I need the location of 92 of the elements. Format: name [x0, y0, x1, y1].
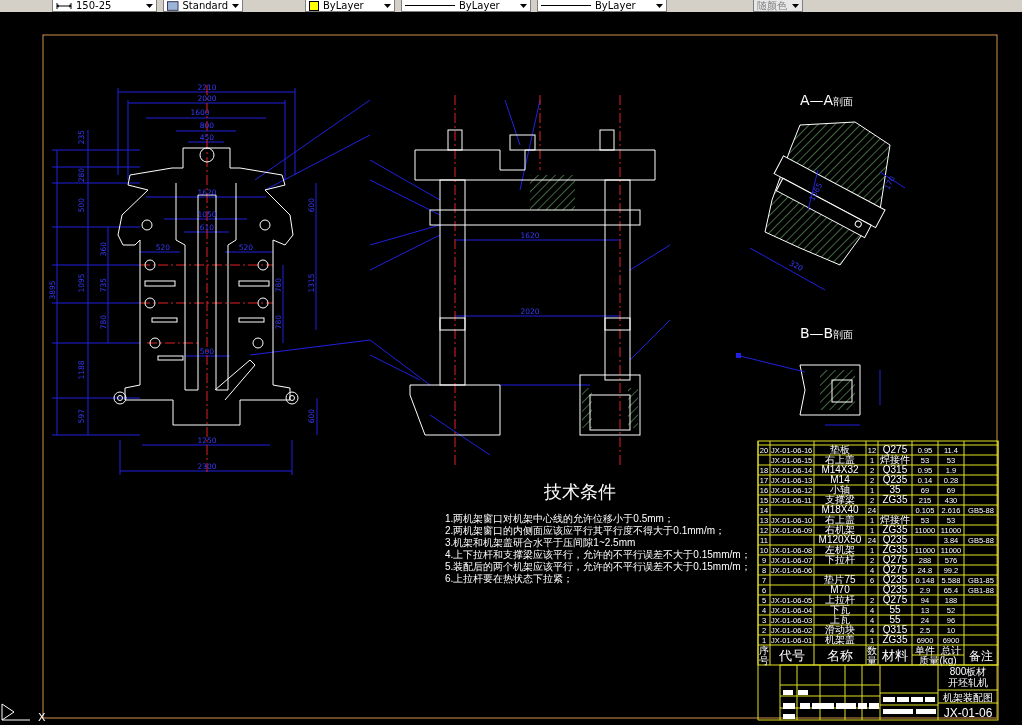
table-cell: 焊接件 — [880, 514, 910, 525]
table-cell: 下瓦 — [830, 604, 850, 615]
masked-cell — [800, 703, 810, 709]
line-sample-icon — [405, 5, 455, 6]
table-cell: M14 — [830, 474, 850, 485]
column-header: 序号 — [759, 645, 769, 666]
table-cell: 垫片75 — [824, 574, 856, 585]
masked-cell — [858, 703, 867, 709]
table-cell: ZG35 — [882, 544, 908, 555]
masked-cell — [911, 697, 923, 702]
ucs-icon — [1, 703, 31, 721]
table-cell: M120X50 — [818, 534, 862, 545]
masked-cell — [783, 703, 795, 709]
requirement-text: 1.两机架窗口对机架中心线的允许位移小于0.5mm； — [445, 513, 674, 524]
table-cell: 滑动块 — [825, 624, 855, 635]
table-cell: Q235 — [882, 534, 908, 545]
masked-cell — [836, 703, 856, 709]
drawing-name: 机架装配图 — [943, 692, 993, 703]
column-header: 代号 — [779, 648, 805, 663]
column-header: 备注 — [969, 649, 993, 663]
line-sample-icon — [541, 5, 591, 6]
table-cell: Q235 — [882, 584, 908, 595]
table-cell: 35 — [889, 484, 901, 495]
caret-icon — [146, 3, 153, 8]
table-cell: 右上盖 — [825, 514, 855, 525]
table-cell: M18X40 — [821, 504, 859, 515]
section-label: B—B剖面 — [800, 325, 854, 341]
table-cell: ZG35 — [882, 494, 908, 505]
masked-cell — [883, 697, 895, 702]
column-header: 单件 — [915, 645, 935, 656]
requirement-text: 5.装配后的两个机架应该平行，允许的不平行误差不大于0.15mm/m； — [445, 561, 751, 572]
table-cell: Q235 — [882, 574, 908, 585]
dimension-style-dropdown[interactable]: 150-25 — [52, 0, 157, 12]
column-header: 名称 — [827, 648, 853, 663]
requirement-text: 4.上下拉杆和支撑梁应该平行，允许的不平行误差不大于0.15mm/m； — [445, 549, 751, 560]
requirement-text: 2.两机架窗口的内侧面应该应平行其平行度不得大于0.1mm/m； — [445, 525, 725, 536]
masked-cell — [897, 697, 909, 702]
masked-cell — [925, 697, 935, 702]
requirement-text: 6.上拉杆要在热状态下拉紧； — [445, 573, 574, 584]
table-cell: Q315 — [882, 464, 908, 475]
column-header: 质量(kg) — [919, 655, 957, 666]
masked-cell — [883, 709, 913, 714]
dimension-icon — [56, 0, 72, 11]
table-cell: 垫板 — [830, 444, 850, 455]
table-cell: Q235 — [882, 474, 908, 485]
column-header: 总计 — [941, 645, 961, 656]
table-cell: 左机架 — [825, 544, 855, 555]
table-cell: 焊接件 — [880, 454, 910, 465]
table-cell: 上瓦 — [830, 614, 850, 625]
table-cell: Q275 — [882, 554, 908, 565]
section-label: A—A剖面 — [800, 92, 854, 108]
masked-cell — [798, 690, 808, 695]
table-cell: M14X32 — [821, 464, 859, 475]
table-cell: Q275 — [882, 594, 908, 605]
technical-requirements-title: 技术条件 — [544, 482, 616, 502]
lineweight-dropdown[interactable]: ByLayer — [537, 0, 667, 12]
caret-icon — [232, 3, 239, 8]
product-name: 800板材 — [949, 666, 987, 677]
linetype-dropdown[interactable]: ByLayer — [401, 0, 531, 12]
caret-icon — [520, 3, 527, 8]
product-name: 开坯轧机 — [948, 677, 988, 688]
caret-icon — [792, 3, 799, 8]
drawing-number: JX-01-06 — [943, 706, 993, 720]
caret-icon — [384, 3, 391, 8]
table-cell: 下拉杆 — [825, 554, 855, 565]
table-cell: M70 — [830, 584, 850, 595]
table-cell: Q315 — [882, 624, 908, 635]
table-cell: 右机架 — [825, 524, 855, 535]
column-header: 数量 — [867, 645, 877, 666]
table-cell: 支撑梁 — [825, 494, 855, 505]
table-cell: ZG35 — [882, 634, 908, 645]
table-cell: Q275 — [882, 564, 908, 575]
table-cell: 小轴 — [830, 484, 850, 495]
text-style-dropdown[interactable]: Standard — [163, 0, 243, 12]
table-cell: ZG35 — [882, 524, 908, 535]
table-cell: 55 — [889, 604, 901, 615]
table-cell: 上拉杆 — [825, 594, 855, 605]
masked-cell — [812, 703, 834, 709]
masked-cell — [783, 714, 795, 719]
masked-cell — [869, 703, 879, 709]
masked-cell — [916, 709, 936, 714]
table-cell: 55 — [889, 614, 901, 625]
axis-label: X — [38, 711, 46, 724]
requirement-text: 3.机架和机架盖研合水平于压间隙1~2.5mm — [445, 537, 636, 548]
table-cell: Q275 — [882, 444, 908, 455]
column-header: 材料 — [882, 648, 908, 663]
masked-cell — [783, 690, 793, 695]
text-style-icon — [167, 0, 179, 11]
table-cell: 右上盖 — [825, 454, 855, 465]
color-dropdown[interactable]: ByLayer — [305, 0, 395, 12]
caret-icon — [656, 3, 663, 8]
table-cell: 机架盖 — [825, 634, 855, 645]
